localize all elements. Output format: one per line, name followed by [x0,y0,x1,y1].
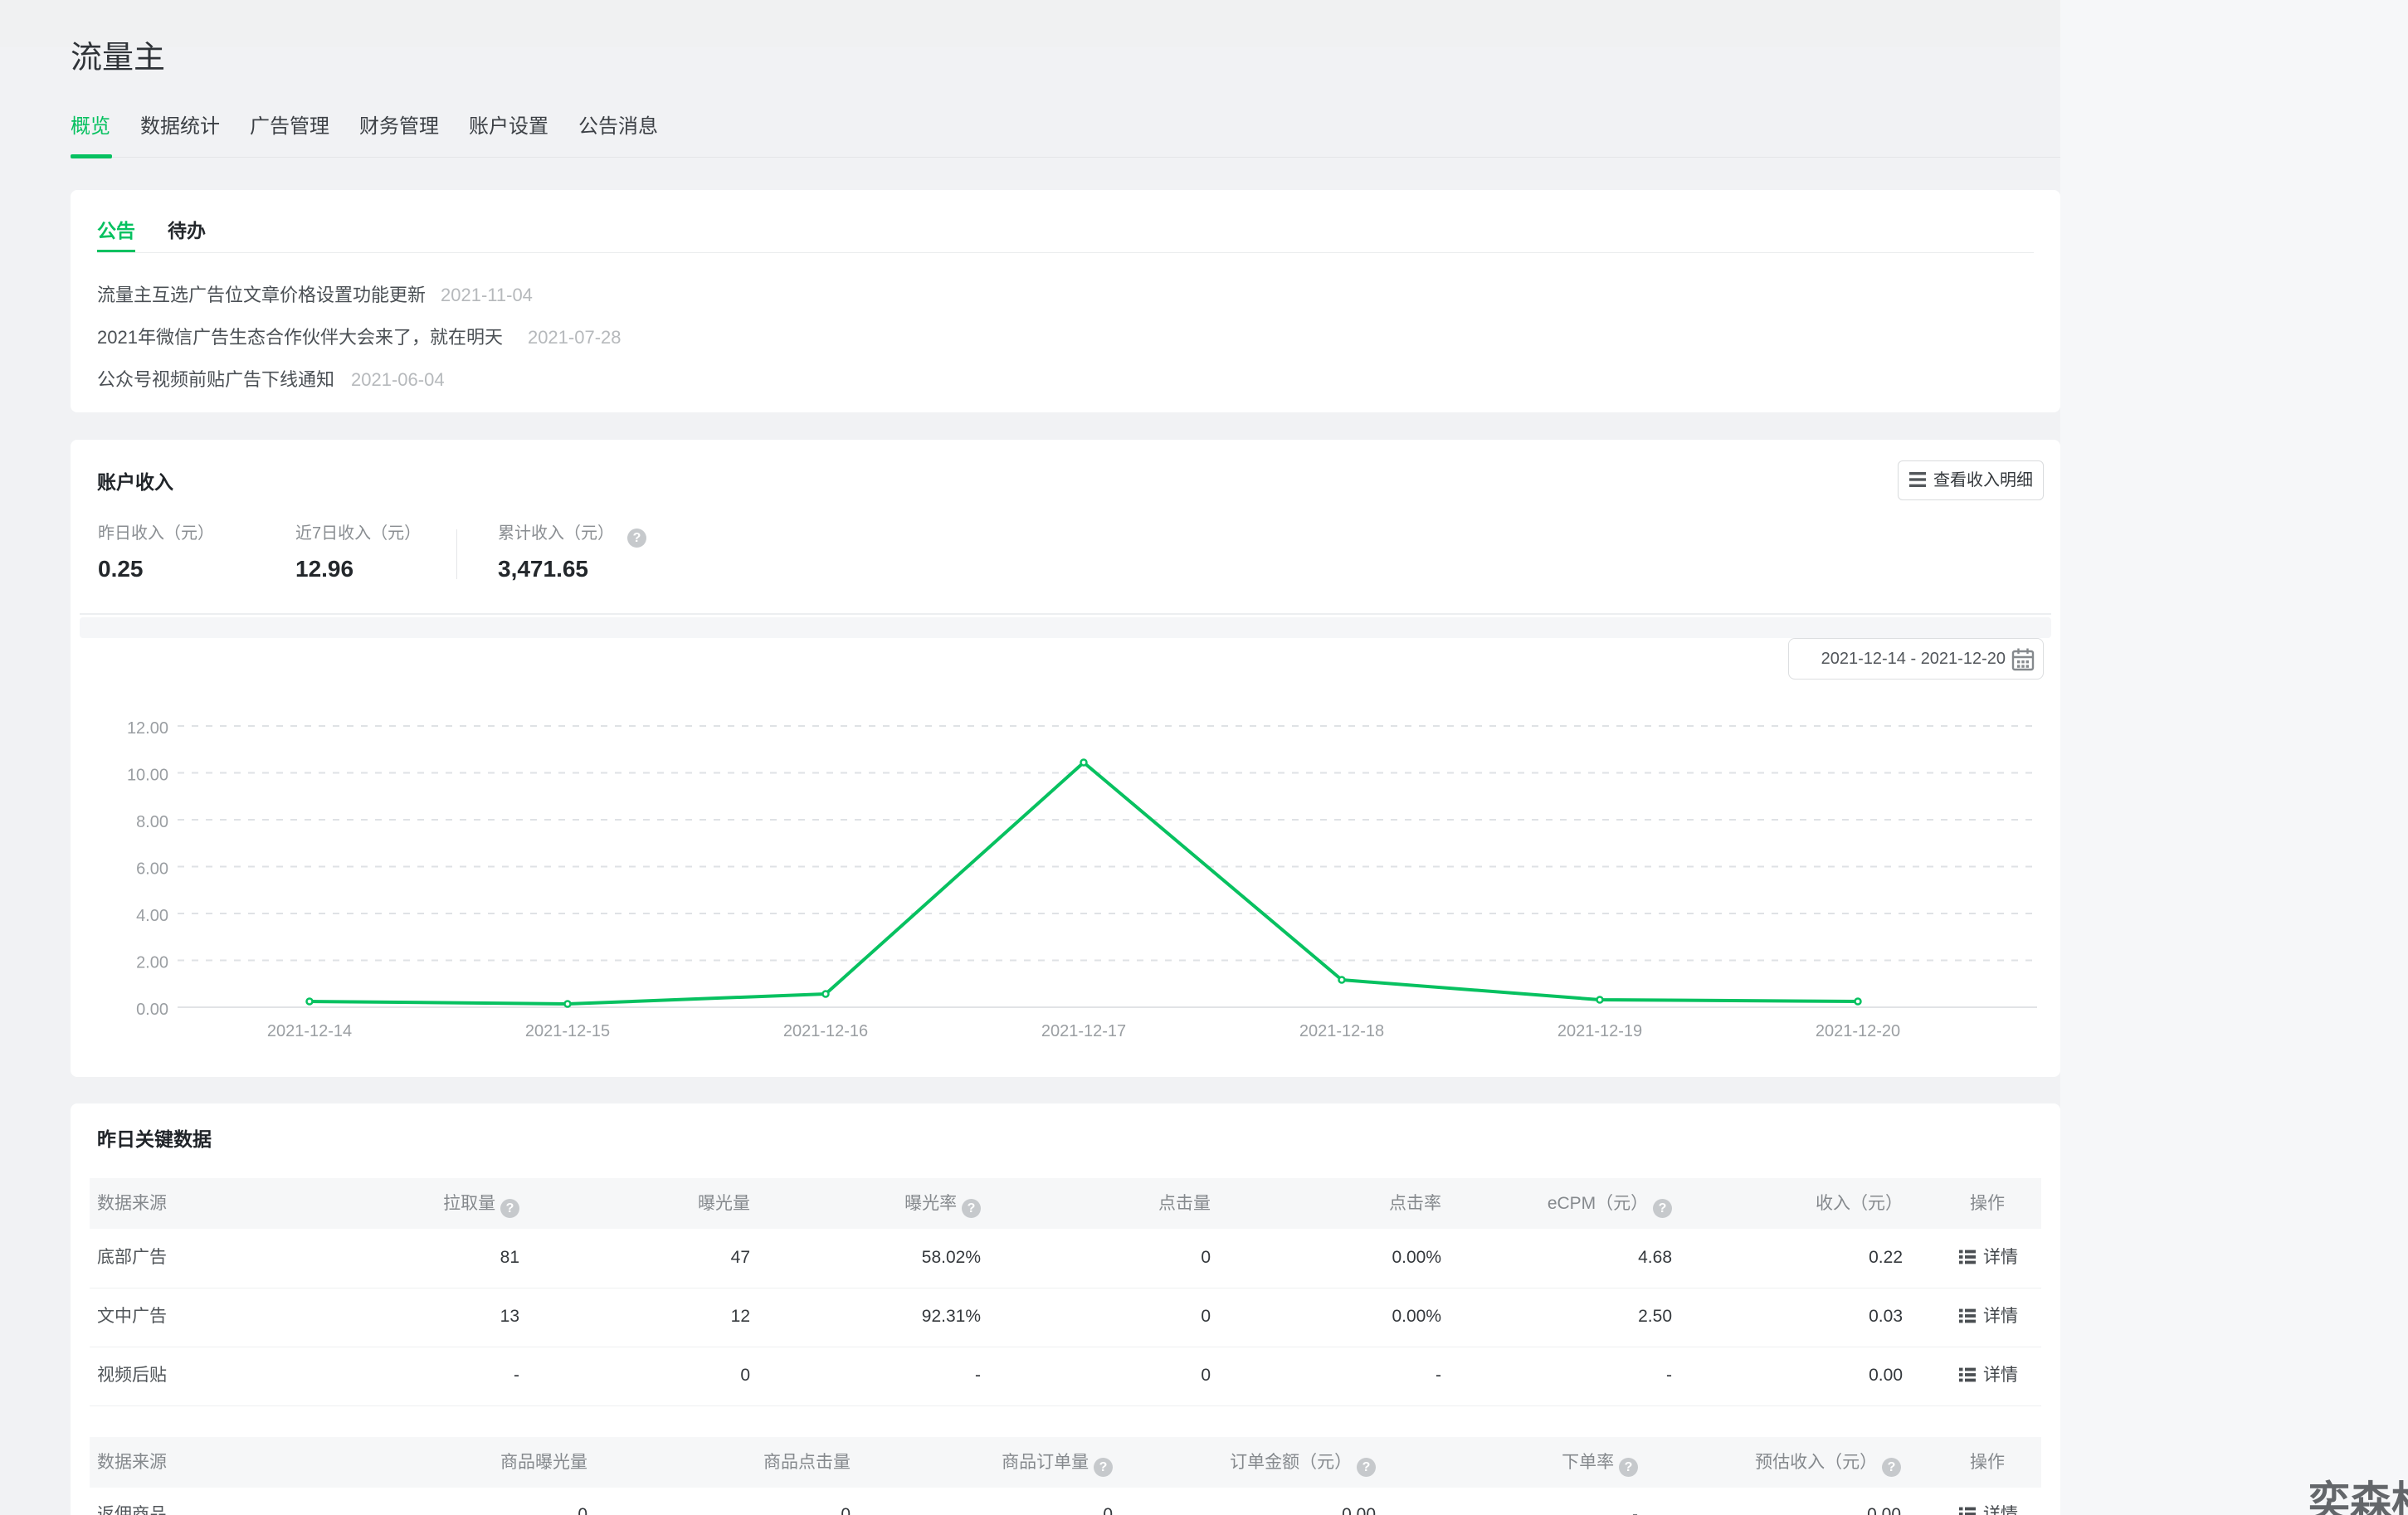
svg-text:0.00: 0.00 [136,1001,168,1019]
svg-text:2021-12-15: 2021-12-15 [525,1022,610,1040]
svg-text:12.00: 12.00 [127,719,168,738]
svg-text:2021-12-19: 2021-12-19 [1557,1022,1642,1040]
svg-text:2021-12-18: 2021-12-18 [1299,1022,1384,1040]
svg-text:6.00: 6.00 [136,860,168,879]
svg-text:2021-12-16: 2021-12-16 [783,1022,868,1040]
svg-text:2021-12-14: 2021-12-14 [267,1022,352,1040]
svg-text:2021-12-20: 2021-12-20 [1816,1022,1900,1040]
svg-text:8.00: 8.00 [136,813,168,831]
svg-text:4.00: 4.00 [136,907,168,925]
svg-text:2.00: 2.00 [136,954,168,972]
svg-text:2021-12-17: 2021-12-17 [1041,1022,1126,1040]
svg-text:10.00: 10.00 [127,767,168,785]
